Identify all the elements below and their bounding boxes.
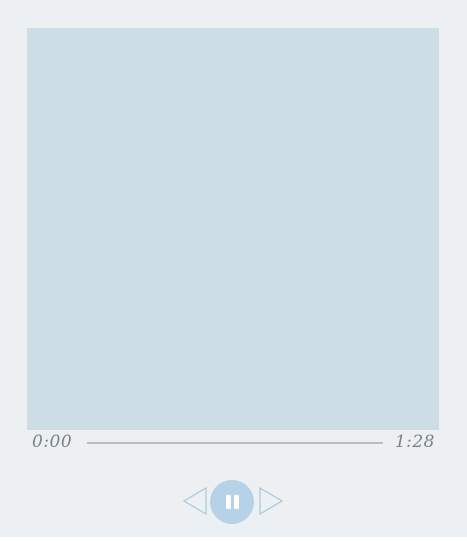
pause-bar-right: [234, 495, 239, 509]
pause-bar-left: [226, 495, 231, 509]
audio-player: 0:00 1:28: [0, 0, 467, 537]
triangle-left-icon: [182, 486, 207, 516]
progress-bar[interactable]: [87, 442, 383, 444]
album-artwork: [27, 28, 439, 430]
previous-button[interactable]: [182, 486, 208, 516]
next-button[interactable]: [258, 486, 284, 516]
playback-controls: [182, 480, 284, 524]
triangle-right-icon: [259, 486, 284, 516]
total-duration: 1:28: [394, 432, 435, 452]
elapsed-time: 0:00: [32, 432, 73, 452]
pause-button[interactable]: [210, 480, 254, 524]
